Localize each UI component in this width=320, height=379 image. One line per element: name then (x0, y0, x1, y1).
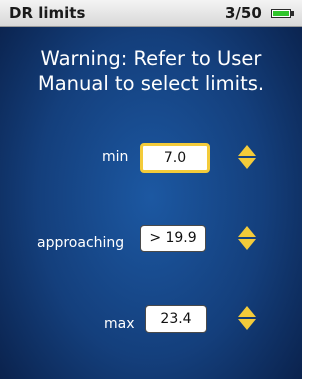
screen-title: DR limits (9, 4, 86, 22)
min-decrement-arrow[interactable] (238, 158, 256, 169)
approaching-label: approaching (37, 235, 125, 251)
min-label: min (102, 149, 129, 165)
max-decrement-arrow[interactable] (238, 319, 256, 330)
max-value-field[interactable]: 23.4 (145, 305, 207, 333)
max-increment-arrow[interactable] (238, 306, 256, 317)
min-up-down-arrows-icon[interactable] (237, 144, 257, 170)
approaching-decrement-arrow[interactable] (238, 239, 256, 250)
warning-message: Warning: Refer to User Manual to select … (0, 46, 302, 96)
min-increment-arrow[interactable] (238, 145, 256, 156)
min-value-field[interactable]: 7.0 (140, 143, 210, 173)
battery-tip (291, 11, 294, 16)
max-up-down-arrows-icon[interactable] (237, 305, 257, 331)
status-bar: DR limits 3/50 (0, 0, 302, 27)
battery-level-fill (273, 11, 289, 16)
device-screen: DR limits 3/50 Warning: Refer to User Ma… (0, 0, 302, 379)
battery-icon (271, 9, 291, 18)
warning-line-2: Manual to select limits. (37, 72, 265, 95)
approaching-value-field[interactable]: > 19.9 (140, 225, 206, 252)
page-indicator: 3/50 (225, 4, 262, 22)
approaching-up-down-arrows-icon[interactable] (237, 225, 257, 251)
warning-line-1: Warning: Refer to User (40, 47, 262, 70)
max-label: max (104, 316, 135, 332)
approaching-increment-arrow[interactable] (238, 226, 256, 237)
